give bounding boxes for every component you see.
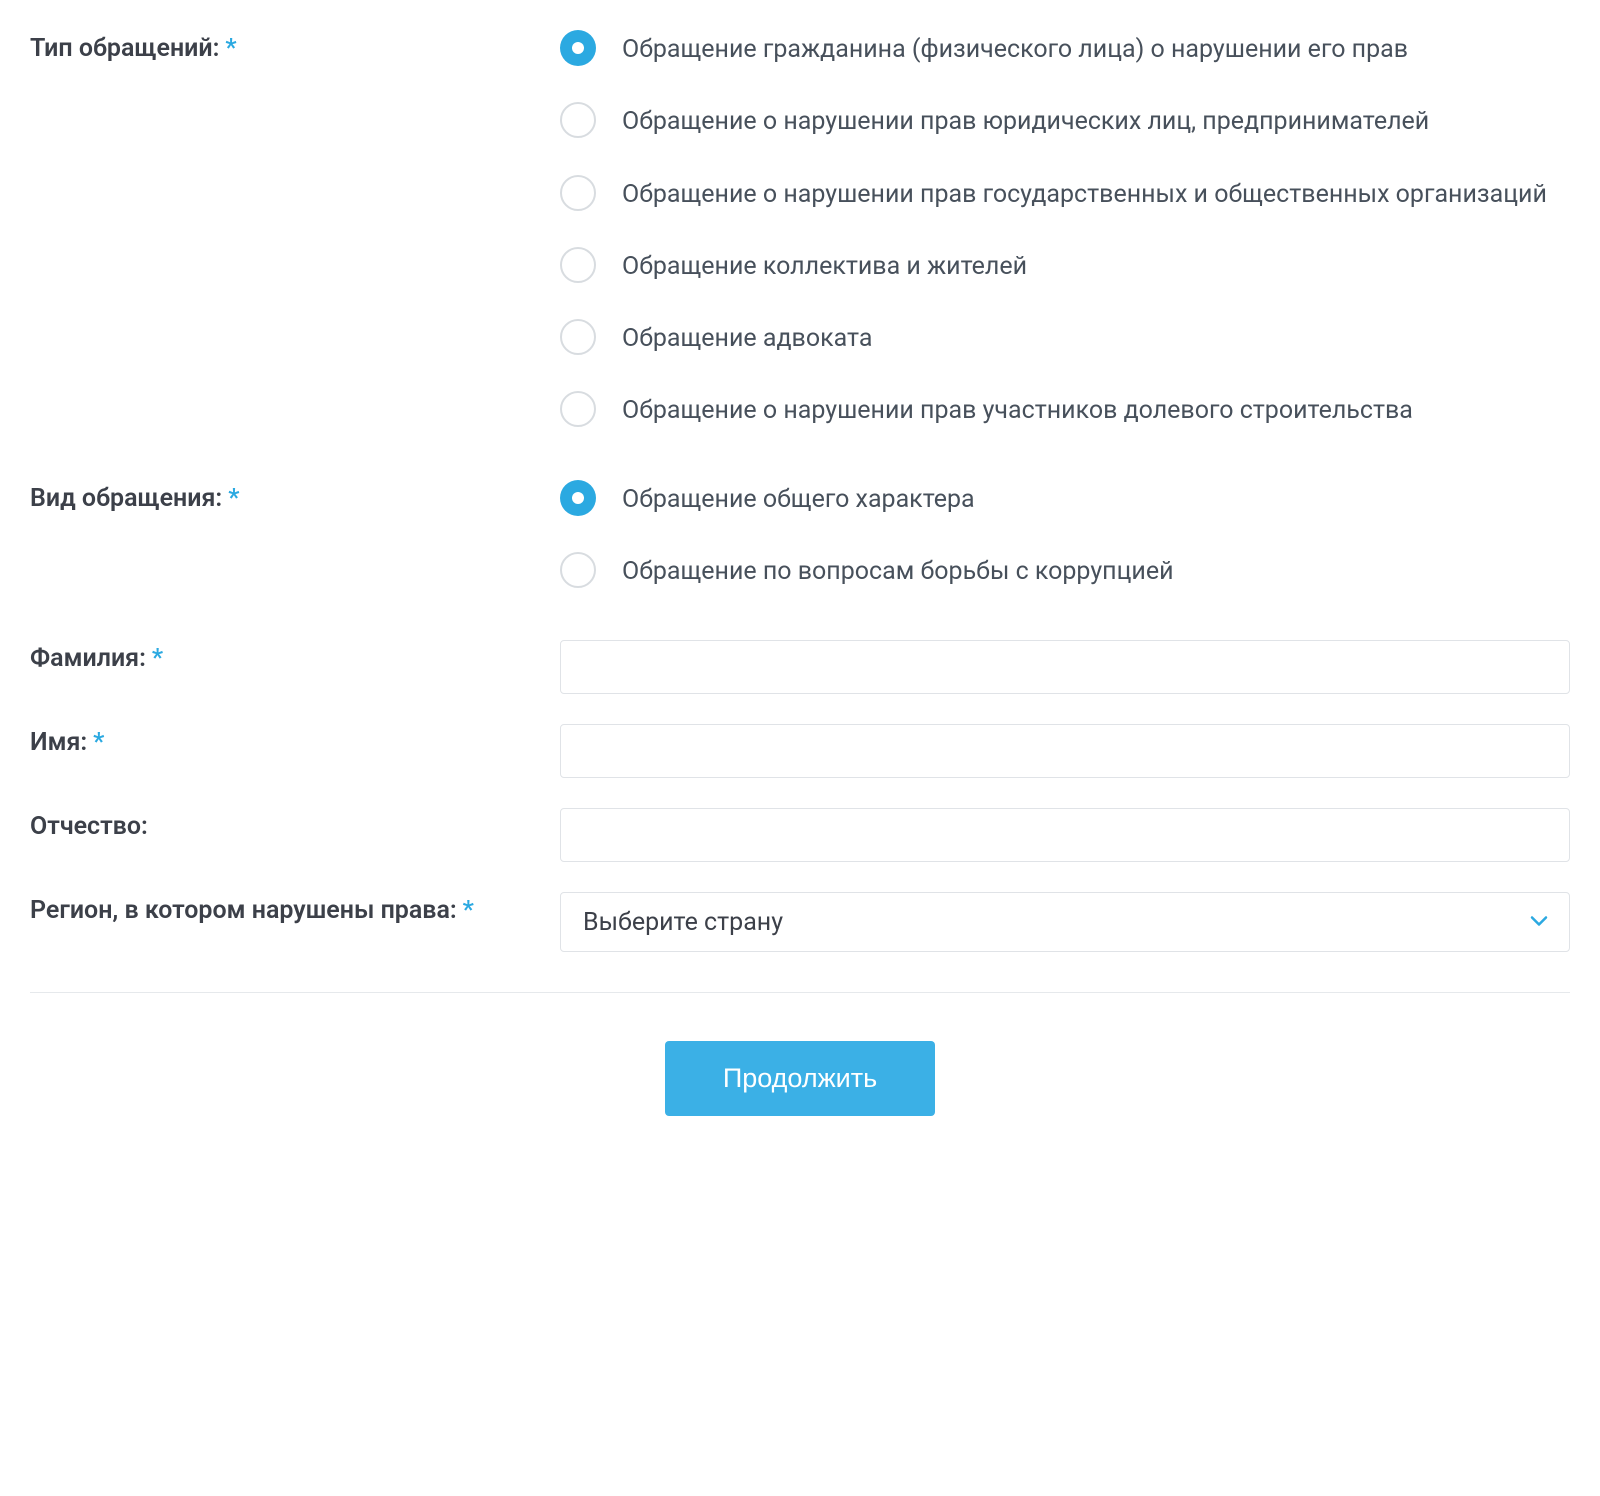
- appeal-type-row: Тип обращений: * Обращение гражданина (ф…: [30, 30, 1570, 430]
- appeal-kind-option-0[interactable]: Обращение общего характера: [560, 480, 1570, 518]
- radio-label: Обращение адвоката: [622, 319, 872, 357]
- required-marker: *: [152, 644, 163, 673]
- patronymic-label: Отчество:: [30, 812, 148, 841]
- patronymic-row: Отчество:: [30, 808, 1570, 862]
- appeal-type-field: Обращение гражданина (физического лица) …: [560, 30, 1570, 430]
- radio-circle-icon: [560, 175, 596, 211]
- region-select-wrapper[interactable]: Выберите страну: [560, 892, 1570, 952]
- radio-circle-icon: [560, 552, 596, 588]
- first-name-label: Имя:: [30, 728, 87, 757]
- appeal-type-option-2[interactable]: Обращение о нарушении прав государственн…: [560, 175, 1570, 213]
- radio-circle-icon: [560, 391, 596, 427]
- radio-circle-icon: [560, 319, 596, 355]
- appeal-type-radio-group: Обращение гражданина (физического лица) …: [560, 30, 1570, 430]
- appeal-kind-label-col: Вид обращения: *: [30, 480, 560, 513]
- radio-label: Обращение коллектива и жителей: [622, 247, 1027, 285]
- continue-button[interactable]: Продолжить: [665, 1041, 935, 1116]
- radio-label: Обращение общего характера: [622, 480, 975, 518]
- first-name-input[interactable]: [560, 724, 1570, 778]
- region-select: Выберите страну: [560, 892, 1570, 952]
- appeal-type-option-1[interactable]: Обращение о нарушении прав юридических л…: [560, 102, 1570, 140]
- form-divider: [30, 992, 1570, 993]
- button-row: Продолжить: [30, 1041, 1570, 1116]
- required-marker: *: [225, 34, 236, 63]
- appeal-form: Тип обращений: * Обращение гражданина (ф…: [30, 30, 1570, 1116]
- appeal-kind-radio-group: Обращение общего характера Обращение по …: [560, 480, 1570, 591]
- last-name-label-col: Фамилия: *: [30, 640, 560, 673]
- appeal-kind-label: Вид обращения:: [30, 484, 222, 513]
- appeal-kind-field: Обращение общего характера Обращение по …: [560, 480, 1570, 591]
- first-name-field: [560, 724, 1570, 778]
- radio-label: Обращение гражданина (физического лица) …: [622, 30, 1408, 68]
- radio-circle-icon: [560, 480, 596, 516]
- radio-label: Обращение о нарушении прав юридических л…: [622, 102, 1429, 140]
- first-name-label-col: Имя: *: [30, 724, 560, 757]
- radio-label: Обращение о нарушении прав участников до…: [622, 391, 1413, 429]
- region-label-col: Регион, в котором нарушены права: *: [30, 892, 560, 925]
- appeal-type-option-4[interactable]: Обращение адвоката: [560, 319, 1570, 357]
- radio-circle-icon: [560, 102, 596, 138]
- appeal-type-label: Тип обращений:: [30, 34, 219, 63]
- region-label: Регион, в котором нарушены права:: [30, 896, 457, 925]
- patronymic-input[interactable]: [560, 808, 1570, 862]
- radio-label: Обращение по вопросам борьбы с коррупцие…: [622, 552, 1174, 590]
- required-marker: *: [463, 896, 474, 925]
- radio-circle-icon: [560, 30, 596, 66]
- region-field: Выберите страну: [560, 892, 1570, 952]
- radio-circle-icon: [560, 247, 596, 283]
- patronymic-label-col: Отчество:: [30, 808, 560, 841]
- appeal-type-option-0[interactable]: Обращение гражданина (физического лица) …: [560, 30, 1570, 68]
- appeal-type-label-col: Тип обращений: *: [30, 30, 560, 63]
- last-name-row: Фамилия: *: [30, 640, 1570, 694]
- last-name-input[interactable]: [560, 640, 1570, 694]
- required-marker: *: [93, 728, 104, 757]
- appeal-type-option-3[interactable]: Обращение коллектива и жителей: [560, 247, 1570, 285]
- required-marker: *: [228, 484, 239, 513]
- region-row: Регион, в котором нарушены права: * Выбе…: [30, 892, 1570, 952]
- patronymic-field: [560, 808, 1570, 862]
- first-name-row: Имя: *: [30, 724, 1570, 778]
- radio-label: Обращение о нарушении прав государственн…: [622, 175, 1547, 213]
- appeal-kind-option-1[interactable]: Обращение по вопросам борьбы с коррупцие…: [560, 552, 1570, 590]
- last-name-label: Фамилия:: [30, 644, 146, 673]
- appeal-kind-row: Вид обращения: * Обращение общего характ…: [30, 480, 1570, 591]
- appeal-type-option-5[interactable]: Обращение о нарушении прав участников до…: [560, 391, 1570, 429]
- last-name-field: [560, 640, 1570, 694]
